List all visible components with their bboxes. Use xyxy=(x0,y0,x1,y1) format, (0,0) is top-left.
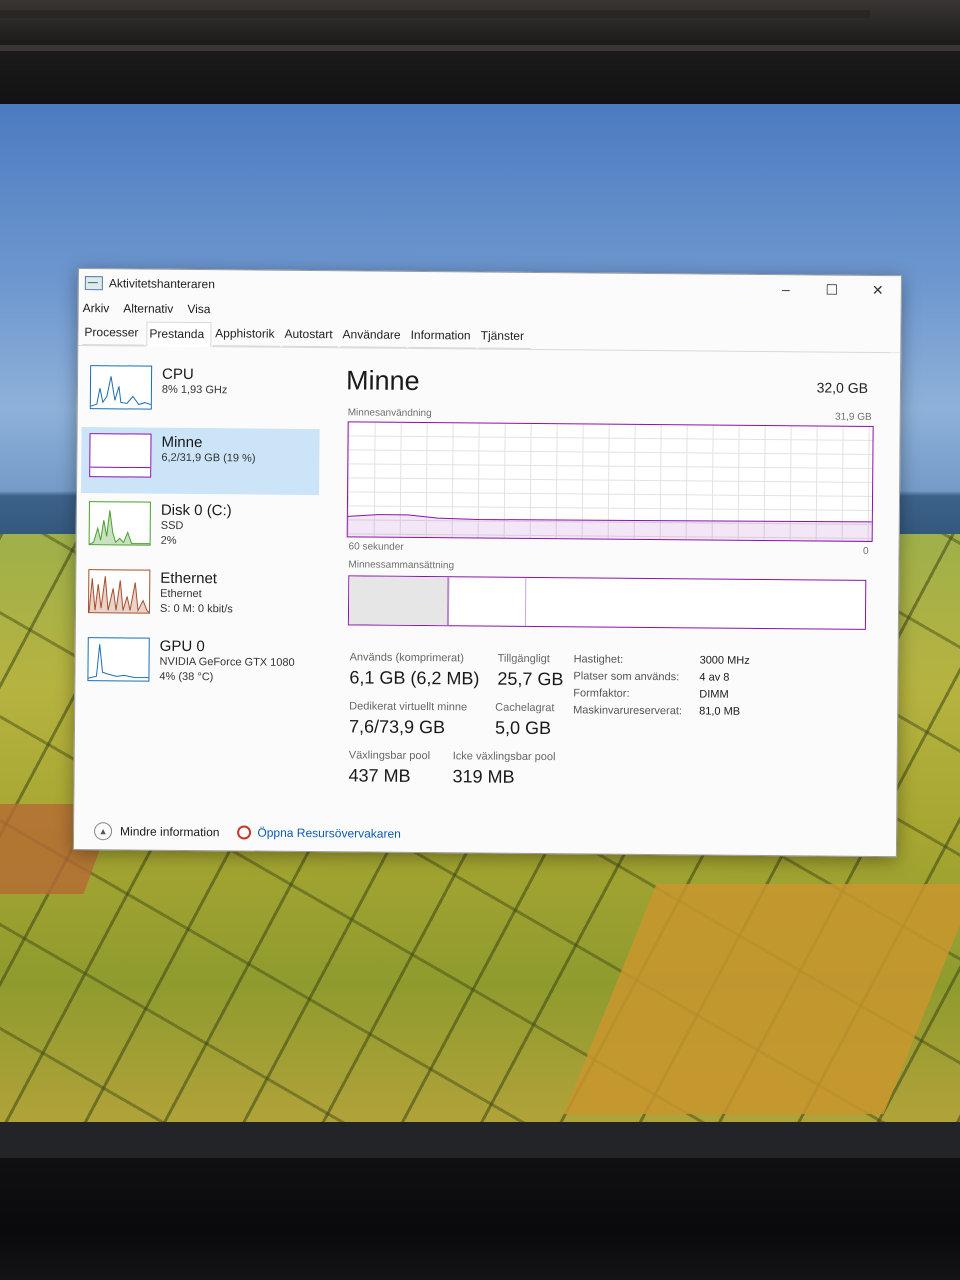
detail-key: Platser som används: xyxy=(573,670,680,684)
open-resource-monitor-link[interactable]: Öppna Resursövervakaren xyxy=(257,826,401,841)
sidebar-item-detail: Ethernet xyxy=(160,587,202,601)
nonpaged-pool-label: Icke växlingsbar pool xyxy=(452,750,556,764)
memory-thumbnail-graph xyxy=(89,433,152,478)
monitor-bezel-top xyxy=(0,0,960,104)
sidebar-item-detail: SSD xyxy=(160,519,184,532)
monitor-bezel-bottom xyxy=(0,1158,960,1280)
maximize-button[interactable]: ☐ xyxy=(809,275,855,303)
detail-key: Formfaktor: xyxy=(573,687,630,700)
nonpaged-pool-value: 319 MB xyxy=(452,766,515,787)
sidebar-item-disk[interactable]: Disk 0 (C:) SSD 2% xyxy=(80,495,319,563)
sidebar-item-title: Disk 0 (C:) xyxy=(160,501,232,520)
available-value: 25,7 GB xyxy=(497,668,564,690)
sidebar-item-detail: S: 0 M: 0 kbit/s xyxy=(159,602,233,616)
sidebar-item-title: GPU 0 xyxy=(159,637,205,656)
sidebar-item-detail: NVIDIA GeForce GTX 1080 xyxy=(159,655,295,669)
cached-label: Cachelagrat xyxy=(495,701,555,715)
ethernet-thumbnail-graph xyxy=(87,569,151,614)
tab-anvandare[interactable]: Användare xyxy=(340,323,407,348)
fewer-details-link[interactable]: Mindre information xyxy=(120,824,219,839)
graph-time-right: 0 xyxy=(862,545,869,557)
cached-value: 5,0 GB xyxy=(494,717,552,739)
graph-time-left: 60 sekunder xyxy=(348,541,404,553)
chevron-up-icon[interactable]: ▲ xyxy=(94,822,113,841)
sidebar-item-title: Minne xyxy=(161,433,203,452)
bezel-edge xyxy=(0,10,870,18)
gpu-thumbnail-graph xyxy=(87,637,150,682)
minimize-button[interactable]: – xyxy=(763,275,809,303)
in-use-label: Används (komprimerat) xyxy=(349,651,464,665)
tab-processer[interactable]: Processer xyxy=(82,321,145,346)
memory-usage-graph xyxy=(346,421,874,542)
tab-prestanda[interactable]: Prestanda xyxy=(146,321,212,348)
sidebar-item-minne[interactable]: Minne 6,2/31,9 GB (19 %) xyxy=(81,427,320,496)
sidebar-item-detail: 4% (38 °C) xyxy=(159,670,214,684)
usage-graph-max: 31,9 GB xyxy=(834,411,872,423)
window-controls: – ☐ ✕ xyxy=(763,275,901,304)
footer-bar: ▲ Mindre information Öppna Resursövervak… xyxy=(94,821,401,844)
memory-panel: Minne 32,0 GB Minnesanvändning 31,9 GB 6… xyxy=(340,361,874,796)
composition-in-use xyxy=(348,576,450,626)
detail-value: 3000 MHz xyxy=(699,654,750,667)
resource-monitor-icon xyxy=(237,825,252,840)
task-manager-window: Aktivitetshanteraren – ☐ ✕ Arkiv Alterna… xyxy=(72,268,902,858)
sidebar-item-detail: 6,2/31,9 GB (19 %) xyxy=(161,451,256,465)
sidebar-item-title: Ethernet xyxy=(160,569,218,588)
taskbar xyxy=(0,1122,960,1158)
panel-title: Minne xyxy=(345,365,420,396)
sidebar-item-gpu[interactable]: GPU 0 NVIDIA GeForce GTX 1080 4% (38 °C) xyxy=(79,631,318,699)
composition-modified xyxy=(448,577,527,626)
available-label: Tillgängligt xyxy=(497,652,550,666)
tab-autostart[interactable]: Autostart xyxy=(282,322,339,348)
usage-graph-label: Minnesanvändning xyxy=(347,407,432,420)
total-memory: 32,0 GB xyxy=(816,379,869,396)
tab-apphistorik[interactable]: Apphistorik xyxy=(213,322,281,347)
composition-label: Minnessammansättning xyxy=(348,559,455,572)
bezel-edge xyxy=(0,45,960,51)
menu-visa[interactable]: Visa xyxy=(187,302,210,316)
detail-key: Maskinvarureserverat: xyxy=(573,704,683,718)
detail-value: 4 av 8 xyxy=(699,671,730,684)
sidebar-item-title: CPU xyxy=(162,365,194,384)
tab-strip: Processer Prestanda Apphistorik Autostar… xyxy=(78,319,901,354)
detail-key: Hastighet: xyxy=(573,653,624,666)
detail-value: 81,0 MB xyxy=(699,705,741,718)
in-use-value: 6,1 GB (6,2 MB) xyxy=(349,667,480,689)
performance-sidebar: CPU 8% 1,93 GHz Minne 6,2/31,9 GB (19 %)… xyxy=(78,359,320,801)
paged-pool-value: 437 MB xyxy=(348,765,411,786)
committed-label: Dedikerat virtuellt minne xyxy=(349,700,468,714)
sidebar-item-detail: 2% xyxy=(160,534,177,547)
close-button[interactable]: ✕ xyxy=(855,276,901,304)
committed-value: 7,6/73,9 GB xyxy=(348,716,446,738)
tab-information[interactable]: Information xyxy=(408,323,477,349)
menu-alternativ[interactable]: Alternativ xyxy=(123,301,173,315)
sidebar-item-ethernet[interactable]: Ethernet Ethernet S: 0 M: 0 kbit/s xyxy=(80,563,319,631)
paged-pool-label: Växlingsbar pool xyxy=(348,749,431,763)
sidebar-item-cpu[interactable]: CPU 8% 1,93 GHz xyxy=(82,359,321,427)
tab-tjanster[interactable]: Tjänster xyxy=(478,324,531,349)
menu-arkiv[interactable]: Arkiv xyxy=(83,301,110,315)
detail-value: DIMM xyxy=(699,688,729,701)
cpu-thumbnail-graph xyxy=(89,365,153,410)
disk-thumbnail-graph xyxy=(88,501,151,546)
memory-composition-bar xyxy=(347,575,867,630)
sidebar-item-detail: 8% 1,93 GHz xyxy=(161,383,228,397)
window-title: Aktivitetshanteraren xyxy=(108,276,215,292)
task-manager-icon xyxy=(84,276,103,291)
